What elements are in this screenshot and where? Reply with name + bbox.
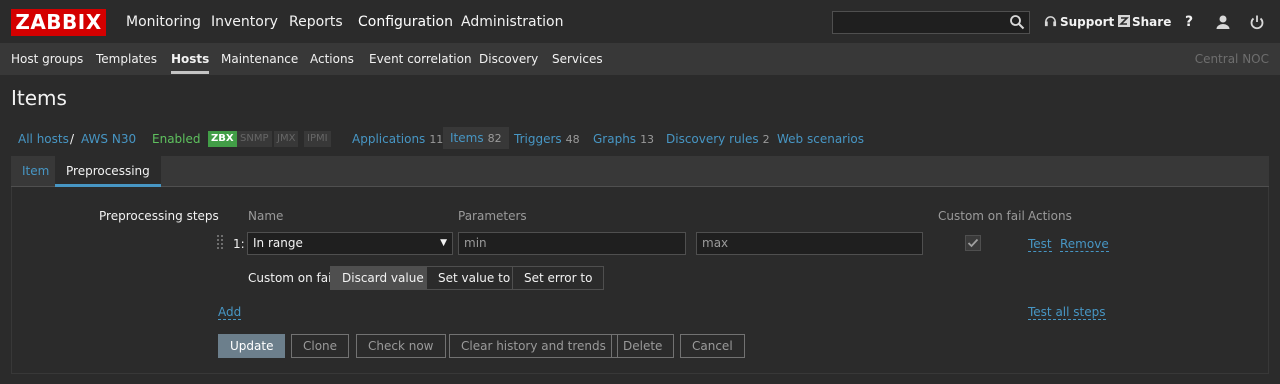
graphs-label: Graphs <box>593 132 637 146</box>
user-profile-icon[interactable] <box>1215 14 1231 30</box>
cancel-button[interactable]: Cancel <box>680 334 745 358</box>
tab-preprocessing[interactable]: Preprocessing <box>55 156 161 187</box>
items-count: 82 <box>487 132 502 145</box>
subnav-services[interactable]: Services <box>552 44 603 75</box>
breadcrumb-items[interactable]: Items 82 <box>443 127 509 149</box>
top-header: ZABBIX Monitoring Inventory Reports Conf… <box>0 0 1280 44</box>
snmp-availability-badge: SNMP <box>237 131 273 147</box>
support-link[interactable]: Support <box>1060 0 1114 44</box>
discard-value-option[interactable]: Discard value <box>330 266 436 290</box>
column-parameters-header: Parameters <box>458 209 527 223</box>
triggers-label: Triggers <box>514 132 562 146</box>
drag-handle-icon[interactable] <box>217 234 225 252</box>
subnav-actions[interactable]: Actions <box>310 44 354 75</box>
remove-step-link[interactable]: Remove <box>1060 237 1109 252</box>
delete-button[interactable]: Delete <box>611 334 675 358</box>
applications-count: 11 <box>429 133 444 146</box>
param-min-input[interactable]: min <box>458 232 686 255</box>
nav-monitoring[interactable]: Monitoring <box>126 0 201 44</box>
step-type-value: In range <box>253 236 303 250</box>
step-index: 1: <box>233 237 245 251</box>
breadcrumb-discovery-rules[interactable]: Discovery rules 2 <box>666 131 770 148</box>
clear-history-button[interactable]: Clear history and trends <box>449 334 618 358</box>
column-name-header: Name <box>248 209 284 223</box>
checkmark-icon <box>967 238 979 248</box>
column-actions-header: Actions <box>1028 209 1072 223</box>
host-status-enabled[interactable]: Enabled <box>152 131 201 147</box>
page-title: Items <box>11 86 67 110</box>
power-icon[interactable] <box>1249 14 1265 30</box>
subnav-maintenance[interactable]: Maintenance <box>221 44 298 75</box>
subnav-host-groups[interactable]: Host groups <box>11 44 83 75</box>
breadcrumb-web-scenarios[interactable]: Web scenarios <box>777 131 864 147</box>
breadcrumb-all-hosts[interactable]: All hosts <box>18 131 69 147</box>
clone-button[interactable]: Clone <box>291 334 350 358</box>
zabbix-logo[interactable]: ZABBIX <box>11 9 106 36</box>
set-value-to-option[interactable]: Set value to <box>426 266 523 290</box>
custom-on-fail-label: Custom on fail <box>248 271 335 285</box>
param-max-input[interactable]: max <box>696 232 923 255</box>
add-step-link[interactable]: Add <box>218 305 242 320</box>
discovery-count: 2 <box>762 133 770 146</box>
zbx-availability-badge: ZBX <box>208 131 237 147</box>
server-name: Central NOC <box>1194 52 1269 66</box>
discovery-label: Discovery rules <box>666 132 759 146</box>
applications-label: Applications <box>352 132 426 146</box>
tab-item[interactable]: Item <box>11 156 60 187</box>
breadcrumb-graphs[interactable]: Graphs 13 <box>593 131 654 148</box>
search-input[interactable] <box>832 11 1030 34</box>
jmx-availability-badge: JMX <box>274 131 300 147</box>
nav-configuration[interactable]: Configuration <box>358 0 453 44</box>
set-error-to-option[interactable]: Set error to <box>512 266 605 290</box>
subnav-hosts[interactable]: Hosts <box>171 44 210 75</box>
test-all-steps-link[interactable]: Test all steps <box>1028 305 1106 320</box>
step-type-select[interactable]: In range ▼ <box>247 232 453 255</box>
form-tabs: Item Preprocessing <box>11 156 1269 187</box>
ipmi-availability-badge: IPMI <box>304 131 332 147</box>
nav-reports[interactable]: Reports <box>289 0 343 44</box>
triggers-count: 48 <box>565 133 580 146</box>
search-icon[interactable] <box>1009 14 1025 30</box>
subnav-event-correlation[interactable]: Event correlation <box>369 44 472 75</box>
column-custom-on-fail-header: Custom on fail <box>938 209 1025 223</box>
chevron-down-icon: ▼ <box>440 238 447 248</box>
sub-navigation: Host groups Templates Hosts Maintenance … <box>0 44 1280 75</box>
headset-icon <box>1044 16 1057 27</box>
items-label: Items <box>450 131 484 145</box>
preprocessing-steps-label: Preprocessing steps <box>99 209 219 223</box>
check-now-button[interactable]: Check now <box>356 334 446 358</box>
subnav-discovery[interactable]: Discovery <box>479 44 538 75</box>
nav-administration[interactable]: Administration <box>461 0 563 44</box>
custom-on-fail-checkbox[interactable] <box>965 235 981 251</box>
breadcrumb-applications[interactable]: Applications 11 <box>352 131 443 148</box>
share-link[interactable]: Share <box>1132 0 1171 44</box>
test-step-link[interactable]: Test <box>1028 237 1052 252</box>
breadcrumb-host[interactable]: AWS N30 <box>81 131 136 147</box>
breadcrumb-triggers[interactable]: Triggers 48 <box>514 131 580 148</box>
help-icon[interactable]: ? <box>1185 0 1193 44</box>
breadcrumb-separator: / <box>70 132 75 146</box>
update-button[interactable]: Update <box>218 334 286 358</box>
share-z-icon <box>1118 15 1130 27</box>
subnav-templates[interactable]: Templates <box>96 44 157 75</box>
graphs-count: 13 <box>640 133 655 146</box>
nav-inventory[interactable]: Inventory <box>211 0 278 44</box>
